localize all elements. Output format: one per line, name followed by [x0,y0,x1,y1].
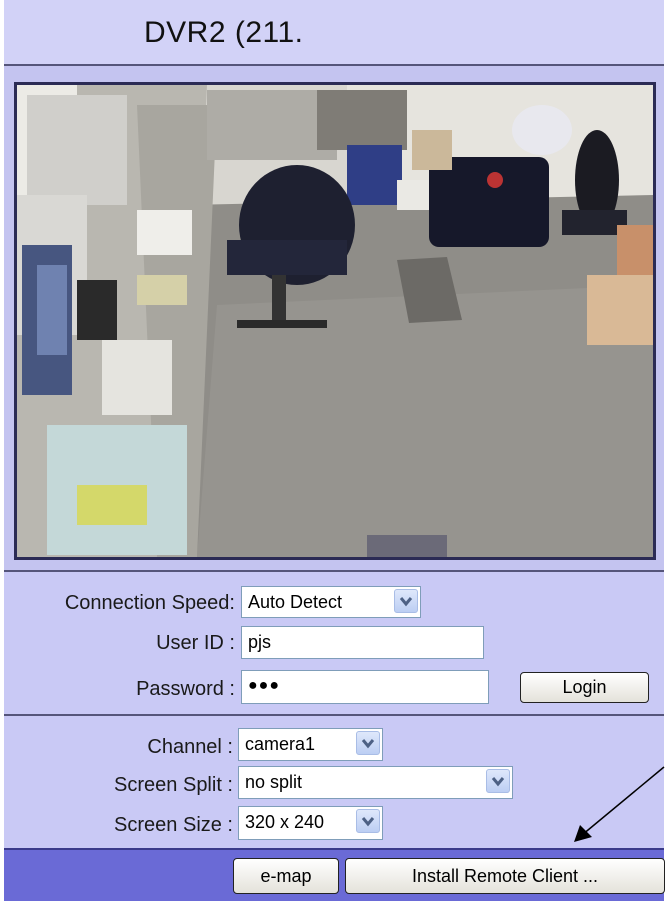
channel-value: camera1 [245,734,316,754]
emap-button[interactable]: e-map [233,858,339,894]
install-remote-client-button[interactable]: Install Remote Client ... [345,858,665,894]
divider [4,714,664,716]
chevron-down-icon[interactable] [394,589,418,613]
title-bar: DVR2 (211. [4,0,664,66]
connection-speed-select[interactable]: Auto Detect [241,586,421,618]
arrow-icon [574,766,665,842]
connection-speed-label: Connection Speed: [64,592,235,614]
user-id-input[interactable]: pjs [241,626,484,659]
screen-split-value: no split [245,772,303,792]
chevron-down-icon[interactable] [356,731,380,755]
page-title: DVR2 (211. [144,16,304,49]
video-frame [4,66,664,572]
password-input[interactable]: ●●● [241,670,489,704]
screen-size-label: Screen Size : [114,814,233,836]
chevron-down-icon[interactable] [486,769,510,793]
login-button[interactable]: Login [520,672,649,703]
screen-size-select[interactable]: 320 x 240 [238,806,383,840]
channel-label: Channel : [147,736,233,758]
camera-scene [17,85,653,557]
screen-split-label: Screen Split : [114,774,233,796]
channel-select[interactable]: camera1 [238,728,383,761]
chevron-down-icon[interactable] [356,809,380,833]
connection-speed-value: Auto Detect [248,592,343,612]
camera-video[interactable] [14,82,656,560]
screen-split-select[interactable]: no split [238,766,513,799]
password-label: Password : [136,678,235,700]
screen-size-value: 320 x 240 [245,812,325,832]
user-id-label: User ID : [156,632,235,654]
